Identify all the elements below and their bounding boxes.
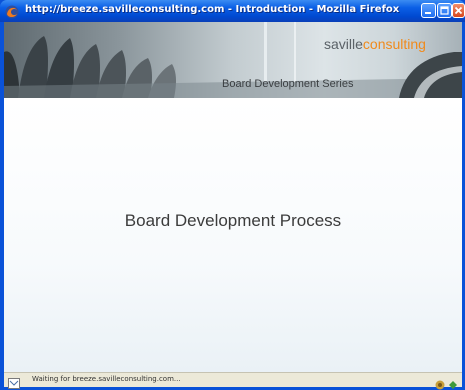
brand-suffix: consulting [362, 36, 426, 52]
window-title: http://breeze.savilleconsulting.com - In… [25, 4, 400, 15]
brand-logo: savilleconsulting [324, 36, 426, 52]
brand-prefix: saville [324, 36, 363, 52]
presentation-slide: Board Development Process [4, 98, 462, 372]
close-icon [454, 6, 463, 15]
maximize-button[interactable] [437, 3, 452, 18]
status-text: Waiting for breeze.savilleconsulting.com… [32, 375, 181, 383]
minimize-icon [425, 12, 431, 14]
browser-window: http://breeze.savilleconsulting.com - In… [0, 0, 465, 390]
firefox-icon[interactable] [5, 4, 19, 19]
series-title: Board Development Series [222, 78, 354, 90]
page-content: savilleconsulting Board Development Seri… [4, 22, 462, 372]
title-bar[interactable]: http://breeze.savilleconsulting.com - In… [0, 0, 465, 22]
status-bar: Waiting for breeze.savilleconsulting.com… [4, 372, 462, 390]
minimize-button[interactable] [421, 3, 436, 18]
maximize-icon [440, 6, 449, 15]
connection-icon[interactable] [448, 375, 458, 389]
security-icon[interactable] [435, 375, 445, 390]
page-loading-icon [8, 374, 20, 389]
close-button[interactable] [452, 3, 465, 18]
slide-title: Board Development Process [124, 211, 342, 230]
header-banner: savilleconsulting Board Development Seri… [4, 22, 462, 98]
